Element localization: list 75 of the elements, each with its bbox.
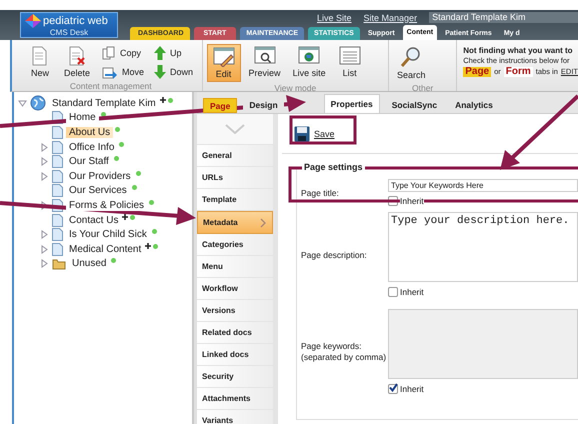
nav-item[interactable]: Template <box>197 189 273 211</box>
help-heading: Not finding what you want to <box>463 46 574 56</box>
nav-item[interactable]: Categories <box>197 234 273 256</box>
search-icon <box>400 46 422 68</box>
toolbar-button[interactable]: Delete <box>60 44 94 80</box>
chevron-down-icon <box>225 124 245 134</box>
text-area[interactable]: Type your description here. <box>388 212 578 282</box>
page-icon <box>52 155 63 168</box>
preview-icon <box>254 46 276 66</box>
toolbar-button[interactable]: Live site <box>288 44 330 80</box>
toolbar-button[interactable]: Search <box>393 44 430 82</box>
page-icon <box>52 242 63 256</box>
page-icon <box>52 170 63 183</box>
logo[interactable]: pediatric web CMS Desk <box>20 12 118 38</box>
move-icon <box>102 64 118 78</box>
page-icon <box>52 126 63 139</box>
save-button[interactable]: Save <box>294 126 335 142</box>
toolbar-button[interactable]: Edit <box>206 44 241 82</box>
field-label: Page description: <box>300 250 368 260</box>
nav-item[interactable]: Variants <box>197 410 273 424</box>
site-field[interactable]: Standard Template Kim <box>429 12 578 23</box>
nav-item[interactable]: URLs <box>197 167 273 189</box>
list-icon <box>338 46 361 66</box>
header-link[interactable]: Live Site <box>317 12 352 22</box>
page-icon <box>52 214 63 227</box>
header-link[interactable]: Site Manager <box>364 12 418 22</box>
toolbar-button[interactable]: List <box>334 44 366 80</box>
group-label: Content management <box>68 80 153 92</box>
tab[interactable]: Page <box>203 98 238 113</box>
field-label: Page keywords: (separated by comma) <box>300 341 388 363</box>
section-title: Page settings <box>302 162 365 172</box>
nav-item[interactable]: Workflow <box>197 278 273 300</box>
document-icon <box>31 46 49 66</box>
toolbar-button[interactable]: Up <box>152 44 196 61</box>
page-icon <box>52 184 63 198</box>
copy-icon <box>102 46 116 60</box>
checkmark-icon <box>389 382 398 392</box>
globe-icon <box>30 95 46 112</box>
globe-window-icon <box>298 46 320 66</box>
toolbar-button[interactable]: Copy <box>100 44 146 61</box>
nav-item[interactable]: Metadata <box>197 211 273 234</box>
page-icon <box>52 140 63 154</box>
logo-subtitle: CMS Desk <box>48 28 90 37</box>
annotation-frame <box>290 116 356 144</box>
page-label: Page <box>463 67 492 77</box>
nav-item[interactable]: Menu <box>197 256 273 278</box>
document-delete-icon <box>68 46 86 66</box>
tab[interactable]: Properties <box>324 94 380 113</box>
chevron-right-icon <box>260 218 266 228</box>
edit-page-icon <box>212 47 235 67</box>
toolbar-button[interactable]: New <box>24 44 56 80</box>
toolbar-button[interactable]: Move <box>100 63 146 80</box>
toolbar-button[interactable]: Down <box>152 63 196 80</box>
text-field[interactable]: Type Your Keywords Here <box>388 178 578 192</box>
group-label: View mode <box>273 82 318 94</box>
form-label: Form <box>504 67 533 77</box>
tree-item[interactable]: About Us <box>66 126 114 138</box>
up-arrow-icon <box>154 46 166 60</box>
expanded-triangle-icon[interactable] <box>18 100 27 107</box>
folder-icon <box>52 258 66 270</box>
nav-item[interactable]: General <box>197 145 273 167</box>
down-arrow-icon <box>154 64 166 78</box>
tree-item[interactable]: Home <box>66 112 99 124</box>
group-label: Other <box>411 82 434 94</box>
page-icon <box>52 228 63 242</box>
field-label: Page title: <box>300 188 340 198</box>
collapsed-triangle-icon[interactable] <box>41 200 48 210</box>
nav-item[interactable]: Related docs <box>197 322 273 344</box>
toolbar-button[interactable]: Preview <box>244 44 285 80</box>
logo-text: pediatric web <box>43 15 108 27</box>
nav-item[interactable]: Security <box>197 366 273 388</box>
nav-item[interactable]: Versions <box>197 300 273 322</box>
nav-item[interactable]: Linked docs <box>197 344 273 366</box>
nav-item[interactable]: Attachments <box>197 388 273 410</box>
diamond-logo-icon <box>25 14 41 28</box>
